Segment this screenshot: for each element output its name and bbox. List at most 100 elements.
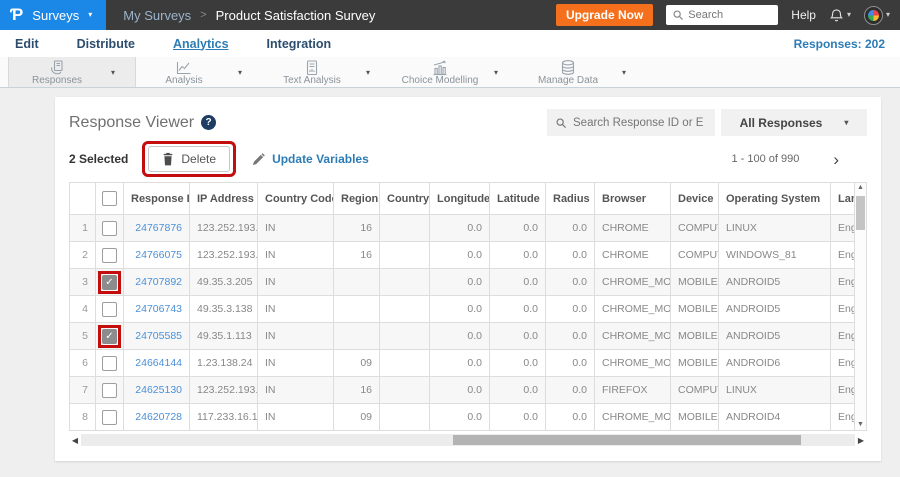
avatar-logo-icon: [867, 9, 879, 21]
breadcrumb-separator-icon: >: [200, 9, 207, 21]
toolbar-item-text-analysis[interactable]: Text Analysis ▾: [264, 57, 392, 87]
cell-response-id[interactable]: 24620728: [123, 403, 190, 431]
questionpro-logo: Ƥ: [10, 5, 24, 24]
col-language[interactable]: Language: [830, 182, 855, 215]
col-longitude[interactable]: Longitude: [429, 182, 490, 215]
cell-response-id[interactable]: 24767876: [123, 214, 190, 242]
help-link[interactable]: Help: [791, 8, 816, 22]
col-ip-address[interactable]: IP Address: [189, 182, 258, 215]
product-switcher[interactable]: Ƥ Surveys ▾: [0, 0, 107, 30]
vertical-scroll-thumb[interactable]: [856, 196, 865, 230]
response-search[interactable]: [547, 109, 715, 136]
responses-count-badge[interactable]: Responses: 202: [794, 37, 885, 51]
row-checkbox[interactable]: ✓: [102, 274, 117, 290]
chevron-down-icon[interactable]: ▾: [238, 68, 242, 77]
toolbar-item-analysis[interactable]: Analysis ▾: [136, 57, 264, 87]
tab-analytics[interactable]: Analytics: [173, 37, 229, 51]
cell-response-id[interactable]: 24706743: [123, 295, 190, 323]
cell-os: LINUX: [718, 214, 831, 242]
global-search[interactable]: [666, 5, 779, 25]
cell-num: 7: [69, 376, 96, 404]
response-search-input[interactable]: [573, 116, 703, 129]
update-variables-button[interactable]: Update Variables: [252, 152, 369, 166]
chevron-down-icon[interactable]: ▾: [622, 68, 626, 77]
cell-checkbox: [95, 241, 124, 269]
toolbar-item-responses[interactable]: Responses ▾: [8, 57, 136, 87]
cell-browser: CHROME: [594, 214, 671, 242]
row-checkbox[interactable]: [102, 355, 117, 371]
scroll-right-icon[interactable]: ▶: [855, 436, 867, 445]
cell-language: English: [830, 268, 855, 296]
row-checkbox[interactable]: [102, 301, 117, 317]
surveys-menu-label: Surveys: [32, 7, 80, 23]
notifications-button[interactable]: ▾: [829, 8, 851, 23]
cell-longitude: 0.0: [429, 241, 490, 269]
chevron-down-icon[interactable]: ▾: [494, 68, 498, 77]
col-radius[interactable]: Radius: [545, 182, 595, 215]
cell-latitude: 0.0: [489, 241, 546, 269]
analytics-toolbar: Responses ▾ Analysis ▾ Text Analysis ▾ C…: [0, 57, 900, 88]
toolbar-item-choice-modelling[interactable]: Choice Modelling ▾: [392, 57, 520, 87]
account-menu[interactable]: ▾: [863, 5, 890, 25]
toolbar-item-manage-data[interactable]: Manage Data ▾: [520, 57, 648, 87]
horizontal-scroll-thumb[interactable]: [452, 435, 801, 445]
scroll-down-icon[interactable]: ▼: [857, 420, 864, 430]
cell-num: 8: [69, 403, 96, 431]
row-checkbox[interactable]: [102, 382, 117, 398]
upgrade-now-button[interactable]: Upgrade Now: [555, 4, 654, 26]
cell-ip: 49.35.1.113: [189, 322, 258, 350]
cell-ip: 123.252.193.148: [189, 241, 258, 269]
responses-filter-dropdown[interactable]: All Responses ▾: [721, 109, 867, 136]
scroll-up-icon[interactable]: ▲: [857, 183, 864, 193]
delete-button[interactable]: Delete: [148, 146, 231, 172]
cell-checkbox: ✓: [95, 322, 124, 350]
col-operating-system[interactable]: Operating System: [718, 182, 831, 215]
row-checkbox[interactable]: [102, 409, 117, 425]
chevron-down-icon[interactable]: ▾: [111, 68, 115, 77]
help-tooltip-icon[interactable]: ?: [201, 115, 217, 130]
cell-country: [379, 349, 430, 377]
pagination-next-button[interactable]: ›: [833, 151, 839, 168]
cell-response-id[interactable]: 24705585: [123, 322, 190, 350]
row-checkbox[interactable]: [102, 247, 117, 263]
row-checkbox[interactable]: ✓: [102, 328, 117, 344]
cell-response-id[interactable]: 24664144: [123, 349, 190, 377]
col-region[interactable]: Region: [333, 182, 380, 215]
global-search-input[interactable]: [688, 9, 769, 21]
cell-region: [333, 322, 380, 350]
scroll-left-icon[interactable]: ◀: [69, 436, 81, 445]
avatar: [863, 5, 883, 25]
cell-response-id[interactable]: 24625130: [123, 376, 190, 404]
cell-device: COMPUTER: [670, 214, 719, 242]
horizontal-scroll-track[interactable]: [81, 434, 855, 446]
tab-edit[interactable]: Edit: [15, 37, 39, 51]
col-country-code[interactable]: Country Code: [257, 182, 334, 215]
cell-response-id[interactable]: 24766075: [123, 241, 190, 269]
breadcrumb-my-surveys[interactable]: My Surveys: [123, 8, 191, 23]
cell-checkbox: [95, 295, 124, 323]
row-checkbox[interactable]: [102, 220, 117, 236]
table-row: 824620728117.233.16.177IN090.00.00.0CHRO…: [69, 403, 855, 431]
col-device[interactable]: Device: [670, 182, 719, 215]
col-country[interactable]: Country: [379, 182, 430, 215]
horizontal-scrollbar[interactable]: ◀ ▶: [69, 433, 867, 447]
table-row: 124767876123.252.193.148IN160.00.00.0CHR…: [69, 214, 855, 242]
choice-modelling-icon: [431, 59, 449, 77]
tab-distribute[interactable]: Distribute: [77, 37, 135, 51]
cell-checkbox: [95, 403, 124, 431]
vertical-scrollbar[interactable]: ▲ ▼: [855, 182, 867, 431]
cell-latitude: 0.0: [489, 349, 546, 377]
col-browser[interactable]: Browser: [594, 182, 671, 215]
cell-language: English: [830, 403, 855, 431]
cell-device: MOBILE: [670, 322, 719, 350]
tab-integration[interactable]: Integration: [267, 37, 332, 51]
chevron-down-icon[interactable]: ▾: [366, 68, 370, 77]
col-response-id[interactable]: Response ID▲: [123, 182, 190, 215]
cell-device: COMPUTER: [670, 376, 719, 404]
cell-country-code: IN: [257, 403, 334, 431]
cell-radius: 0.0: [545, 295, 595, 323]
col-latitude[interactable]: Latitude: [489, 182, 546, 215]
cell-device: MOBILE: [670, 268, 719, 296]
select-all-checkbox[interactable]: [102, 191, 117, 206]
cell-response-id[interactable]: 24707892: [123, 268, 190, 296]
